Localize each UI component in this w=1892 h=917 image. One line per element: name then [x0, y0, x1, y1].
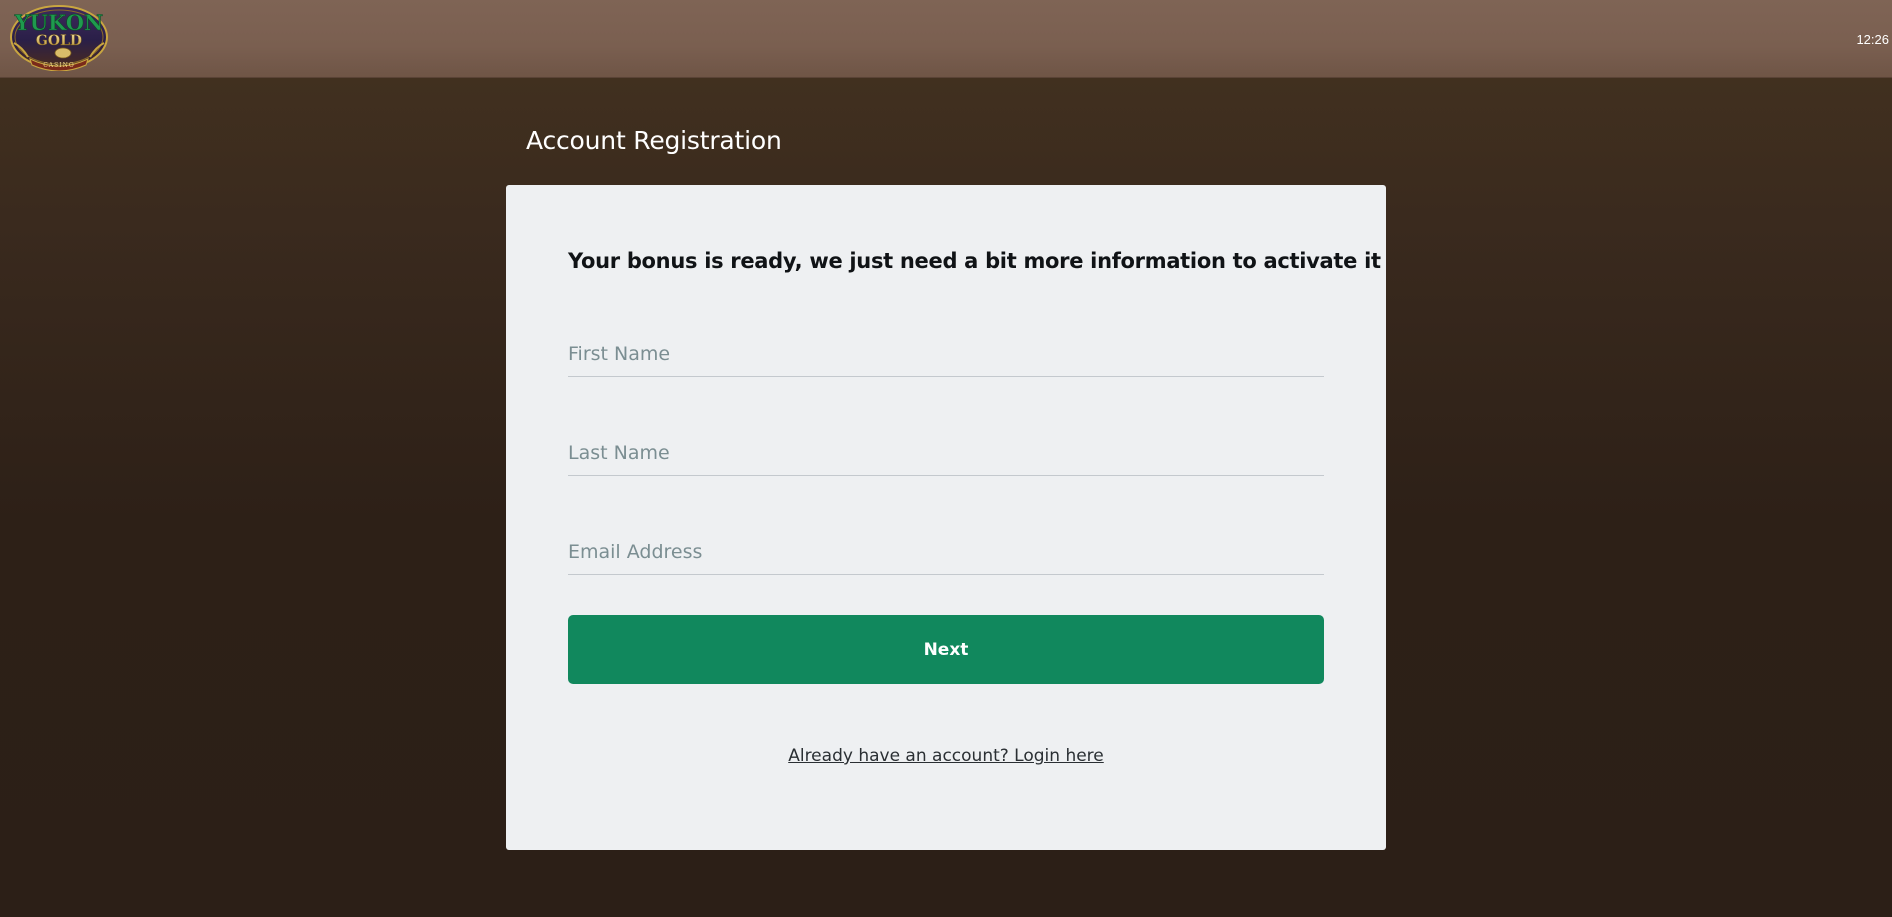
- registration-card: Your bonus is ready, we just need a bit …: [506, 185, 1386, 850]
- logo-word-gold: GOLD: [36, 33, 82, 49]
- login-link[interactable]: Already have an account? Login here: [506, 746, 1386, 766]
- logo-word-yukon: YUKON: [14, 10, 103, 35]
- yukon-gold-casino-logo[interactable]: YUKON GOLD CASINO: [8, 3, 110, 72]
- top-bar: YUKON GOLD CASINO 12:26: [0, 0, 1892, 78]
- email-address-input[interactable]: [568, 529, 1324, 575]
- clock-time: 12:26: [1856, 32, 1889, 47]
- bonus-headline: Your bonus is ready, we just need a bit …: [568, 249, 1381, 273]
- page-title: Account Registration: [526, 126, 782, 155]
- logo-graphic: YUKON GOLD CASINO: [10, 5, 108, 72]
- last-name-input[interactable]: [568, 430, 1324, 476]
- logo-word-casino: CASINO: [43, 62, 75, 69]
- next-button[interactable]: Next: [568, 615, 1324, 684]
- first-name-input[interactable]: [568, 331, 1324, 377]
